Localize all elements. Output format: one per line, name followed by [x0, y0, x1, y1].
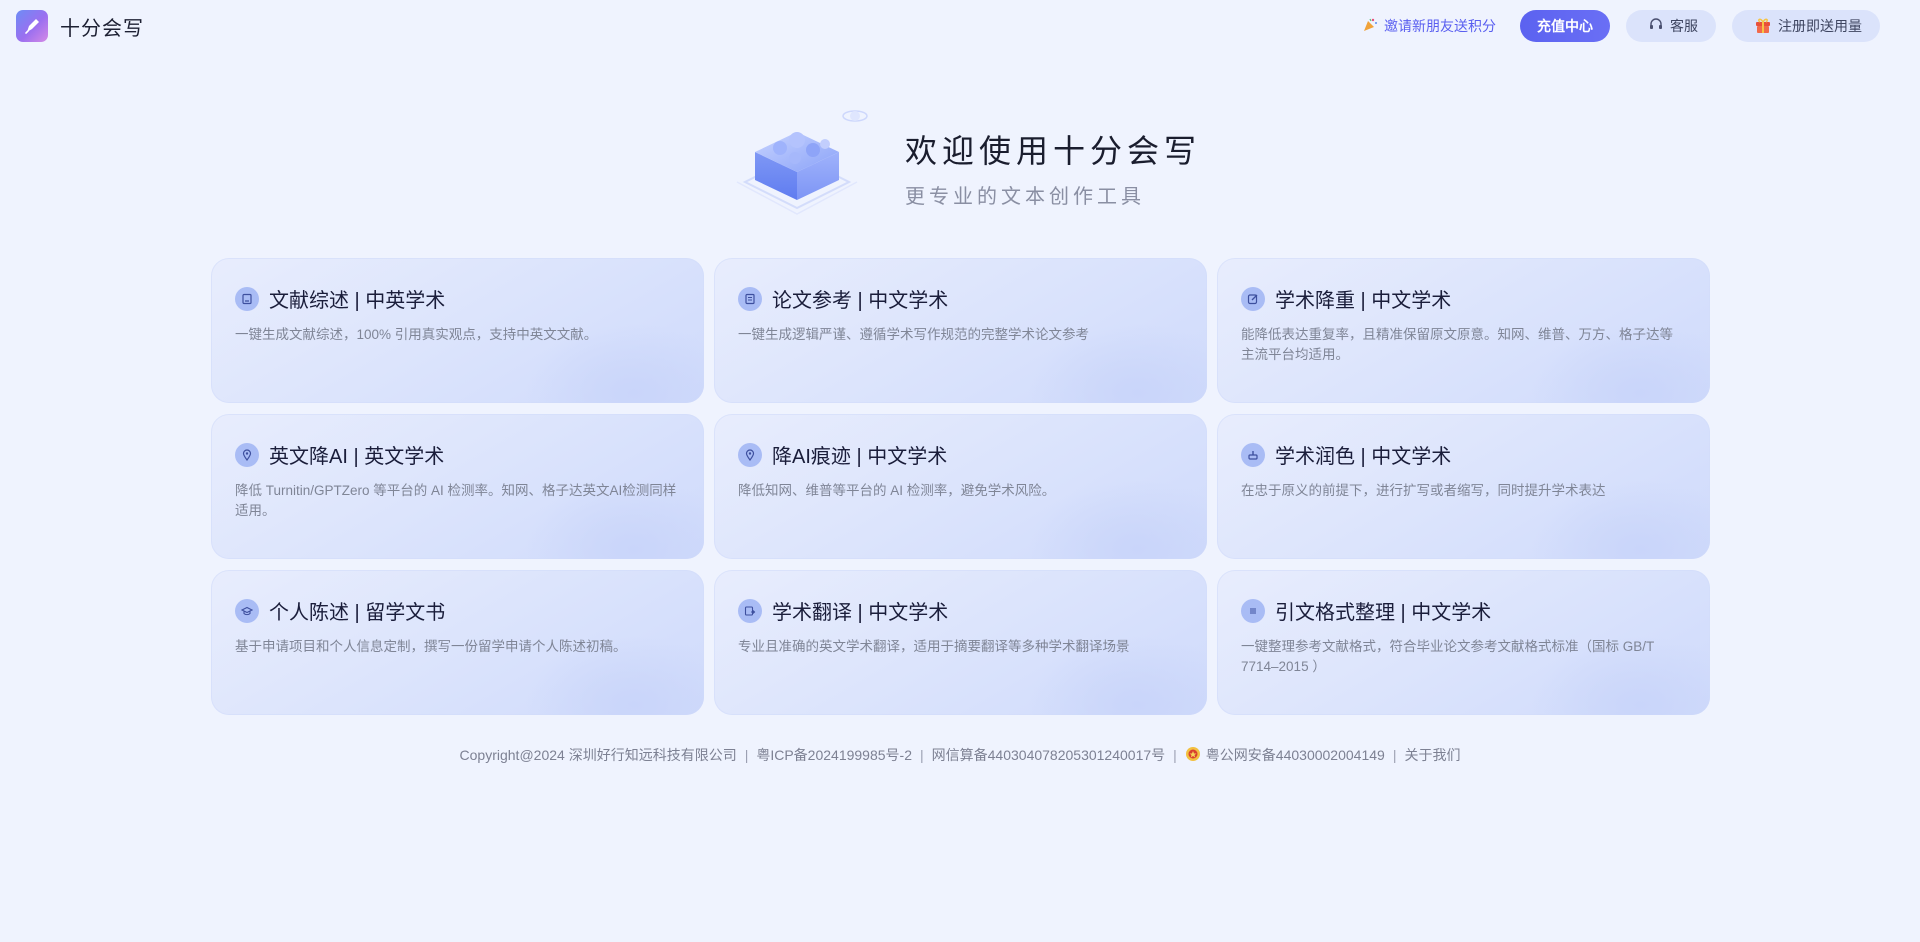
tool-card-grid: 文献综述 | 中英学术 一键生成文献综述，100% 引用真实观点，支持中英文文献… [211, 258, 1710, 715]
brush-icon [1241, 442, 1265, 467]
register-label: 注册即送用量 [1778, 18, 1862, 34]
icp-link[interactable]: 粤ICP备2024199985号-2 [756, 745, 912, 765]
service-label: 客服 [1670, 18, 1698, 34]
card-title: 英文降AI | 英文学术 [269, 446, 445, 468]
about-us-link[interactable]: 关于我们 [1404, 745, 1460, 765]
card-description: 一键生成文献综述，100% 引用真实观点，支持中英文文献。 [235, 327, 598, 342]
register-bonus-button[interactable]: 注册即送用量 [1732, 10, 1880, 42]
card-description: 一键生成逻辑严谨、遵循学术写作规范的完整学术论文参考 [738, 327, 1089, 342]
public-security-label: 粤公网安备44030002004149 [1205, 747, 1385, 763]
invite-label: 邀请新朋友送积分 [1384, 18, 1496, 34]
card-description: 一键整理参考文献格式，符合毕业论文参考文献格式标准（国标 GB/T 7714–2… [1241, 639, 1655, 674]
translate-icon [738, 598, 762, 623]
header-actions: 邀请新朋友送积分 充值中心 客服 注册即送用量 [1362, 10, 1904, 42]
edit-icon [1241, 286, 1265, 311]
card-description: 降低 Turnitin/GPTZero 等平台的 AI 检测率。知网、格子达英文… [235, 483, 677, 518]
footer-separator: | [1173, 747, 1177, 763]
card-description: 在忠于原义的前提下，进行扩写或者缩写，同时提升学术表达 [1241, 483, 1606, 498]
logo-icon [16, 10, 48, 42]
card-title: 论文参考 | 中文学术 [772, 290, 949, 312]
card-academic-translation[interactable]: 学术翻译 | 中文学术 专业且准确的英文学术翻译，适用于摘要翻译等多种学术翻译场… [714, 570, 1207, 715]
card-title: 学术翻译 | 中文学术 [772, 602, 949, 624]
graduation-cap-icon [235, 598, 259, 623]
customer-service-button[interactable]: 客服 [1626, 10, 1716, 42]
list-icon [1241, 598, 1265, 623]
recharge-button[interactable]: 充值中心 [1520, 10, 1610, 42]
card-reduce-ai-traces[interactable]: 降AI痕迹 | 中文学术 降低知网、维普等平台的 AI 检测率，避免学术风险。 [714, 414, 1207, 559]
card-personal-statement[interactable]: 个人陈述 | 留学文书 基于申请项目和个人信息定制，撰写一份留学申请个人陈述初稿… [211, 570, 704, 715]
card-title: 文献综述 | 中英学术 [269, 290, 446, 312]
footer-separator: | [920, 747, 924, 763]
footer: Copyright@2024 深圳好行知远科技有限公司 | 粤ICP备20241… [0, 745, 1920, 765]
card-description: 能降低表达重复率，且精准保留原文原意。知网、维普、万方、格子达等主流平台均适用。 [1241, 327, 1673, 362]
card-english-reduce-ai[interactable]: 英文降AI | 英文学术 降低 Turnitin/GPTZero 等平台的 AI… [211, 414, 704, 559]
location-pin-icon [738, 442, 762, 467]
card-title: 学术润色 | 中文学术 [1275, 446, 1452, 468]
book-icon [235, 286, 259, 311]
hero-subtitle: 更专业的文本创作工具 [905, 186, 1145, 208]
document-icon [738, 286, 762, 311]
card-title: 降AI痕迹 | 中文学术 [772, 446, 948, 468]
hero: 欢迎使用十分会写 更专业的文本创作工具 [735, 100, 1196, 230]
card-paper-reference[interactable]: 论文参考 | 中文学术 一键生成逻辑严谨、遵循学术写作规范的完整学术论文参考 [714, 258, 1207, 403]
card-description: 降低知网、维普等平台的 AI 检测率，避免学术风险。 [738, 483, 1056, 498]
brand[interactable]: 十分会写 [16, 10, 144, 42]
card-title: 学术降重 | 中文学术 [1275, 290, 1452, 312]
footer-separator: | [1392, 747, 1397, 763]
headset-icon [1648, 17, 1664, 36]
card-description: 基于申请项目和个人信息定制，撰写一份留学申请个人陈述初稿。 [235, 639, 627, 654]
hero-title: 欢迎使用十分会写 [905, 133, 1202, 169]
police-badge-icon [1185, 746, 1201, 765]
card-academic-rewrite[interactable]: 学术降重 | 中文学术 能降低表达重复率，且精准保留原文原意。知网、维普、万方、… [1217, 258, 1710, 403]
card-title: 个人陈述 | 留学文书 [269, 602, 446, 624]
brand-name: 十分会写 [60, 17, 144, 40]
copyright-text: Copyright@2024 深圳好行知远科技有限公司 [459, 747, 737, 763]
location-pin-icon [235, 442, 259, 467]
gift-icon [1754, 16, 1772, 37]
cube-illustration-icon [735, 100, 875, 230]
footer-separator: | [744, 747, 749, 763]
card-literature-review[interactable]: 文献综述 | 中英学术 一键生成文献综述，100% 引用真实观点，支持中英文文献… [211, 258, 704, 403]
card-academic-polish[interactable]: 学术润色 | 中文学术 在忠于原义的前提下，进行扩写或者缩写，同时提升学术表达 [1217, 414, 1710, 559]
card-title: 引文格式整理 | 中文学术 [1275, 602, 1492, 624]
card-citation-format[interactable]: 引文格式整理 | 中文学术 一键整理参考文献格式，符合毕业论文参考文献格式标准（… [1217, 570, 1710, 715]
public-security-link[interactable]: 粤公网安备44030002004149 [1185, 745, 1385, 765]
invite-link[interactable]: 邀请新朋友送积分 [1362, 16, 1496, 36]
algorithm-filing-link[interactable]: 网信算备440304078205301240017号 [932, 745, 1166, 765]
card-description: 专业且准确的英文学术翻译，适用于摘要翻译等多种学术翻译场景 [738, 639, 1130, 654]
top-bar: 十分会写 邀请新朋友送积分 充值中心 客服 注册即送用量 [0, 0, 1920, 52]
party-popper-icon [1362, 17, 1378, 36]
